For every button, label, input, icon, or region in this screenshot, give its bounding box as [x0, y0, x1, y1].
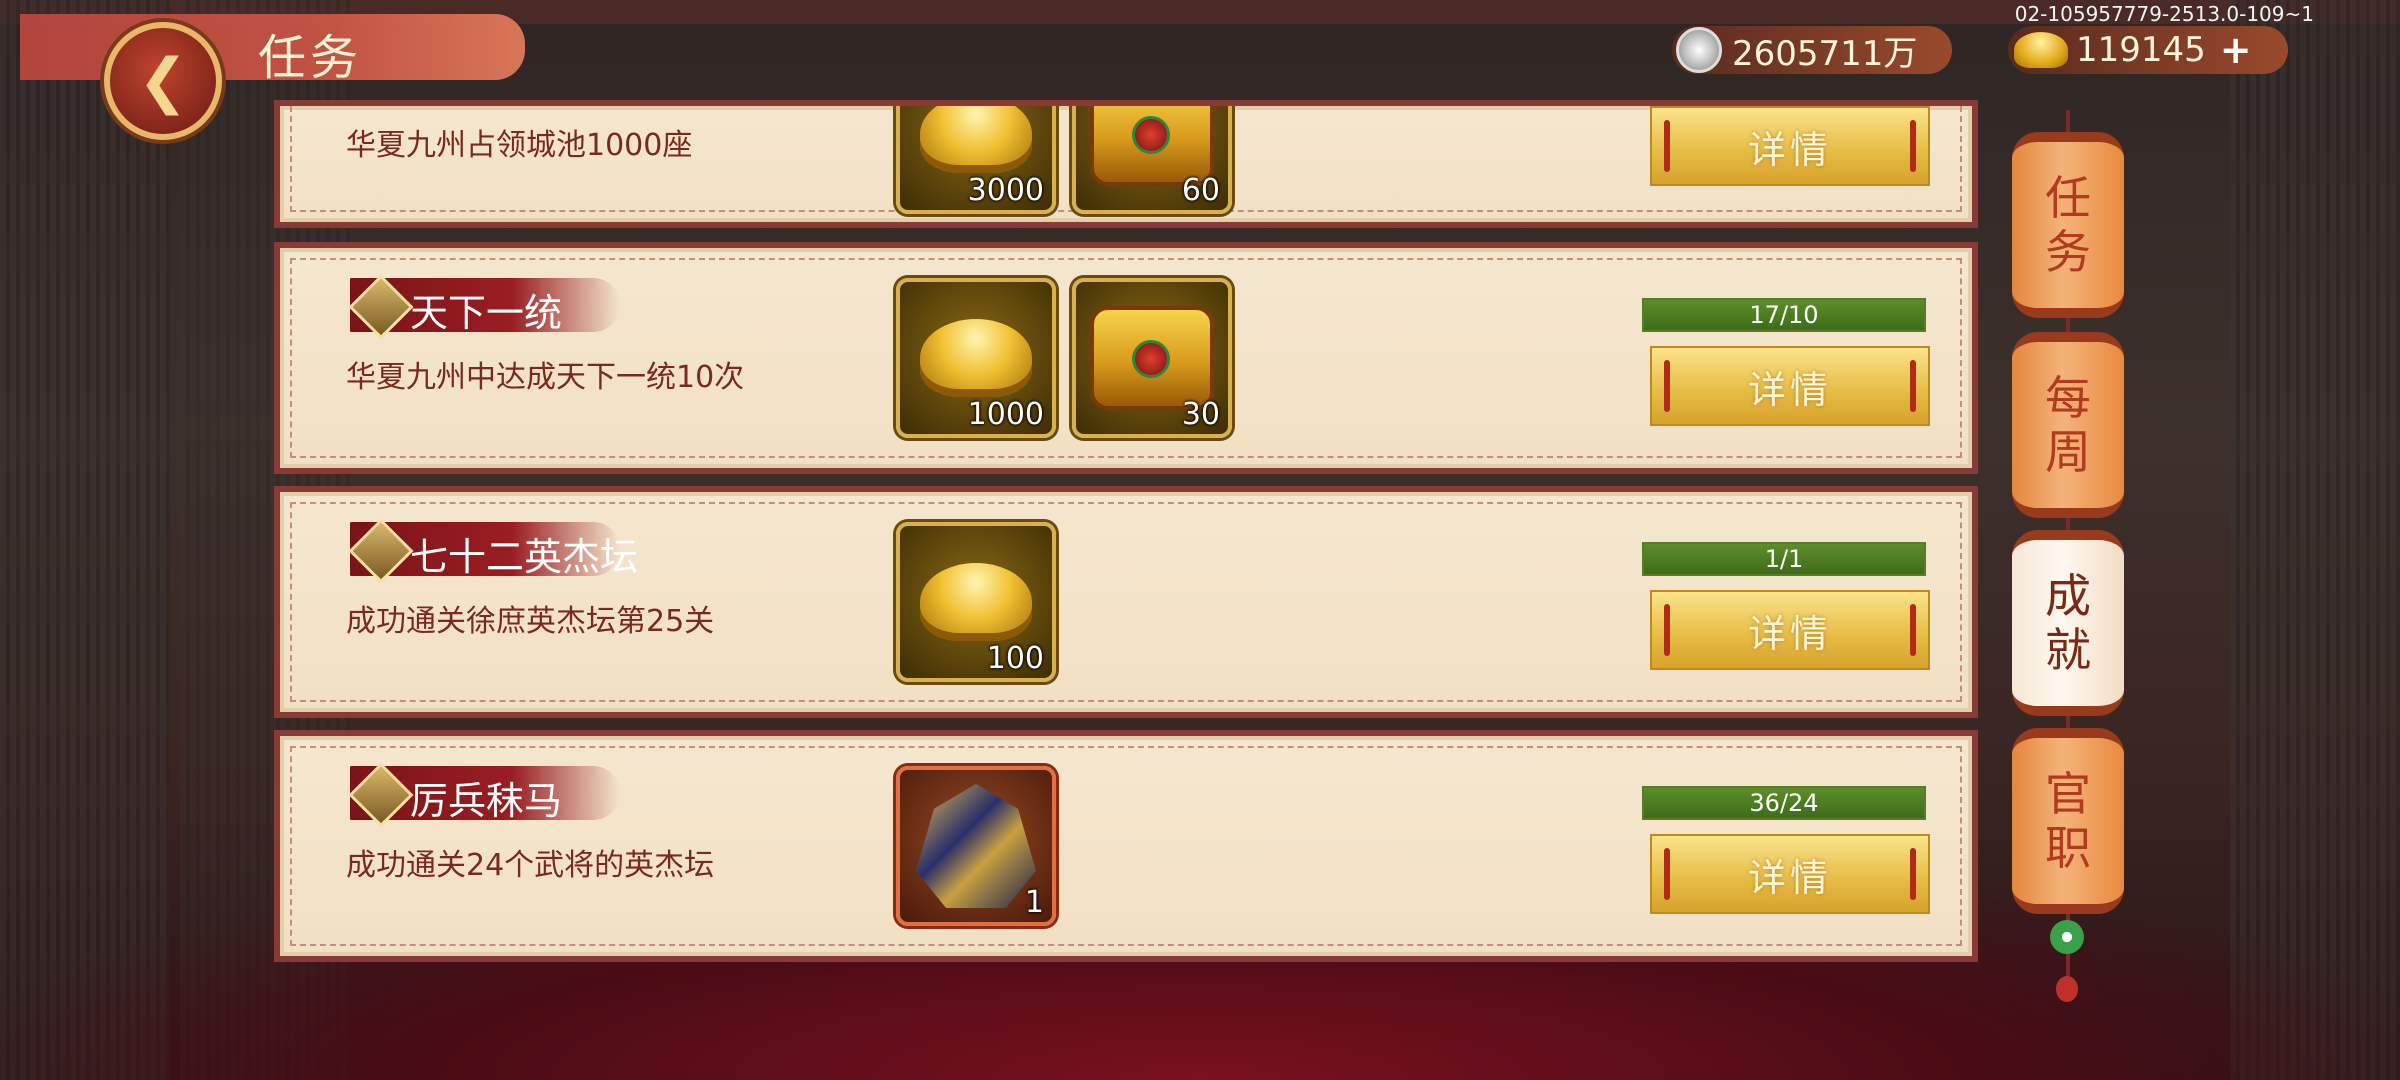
details-button[interactable]: 详情: [1650, 106, 1930, 186]
gold-ingot-icon: [2014, 32, 2068, 68]
back-button[interactable]: ❮: [104, 22, 222, 140]
details-button[interactable]: 详情: [1650, 346, 1930, 426]
gold-amount: 119145: [2076, 30, 2206, 70]
tab-weekly[interactable]: 每 周: [2012, 332, 2124, 518]
reward-gold-ingot[interactable]: 100: [896, 522, 1056, 682]
tab-official-rank[interactable]: 官 职: [2012, 728, 2124, 914]
reward-treasure-chest[interactable]: 30: [1072, 278, 1232, 438]
reward-armor-item[interactable]: 1: [896, 766, 1056, 926]
task-description: 成功通关24个武将的英杰坛: [346, 848, 715, 883]
build-id-text: 02-105957779-2513.0-109~1: [2014, 2, 2314, 26]
jade-charm-icon: [2050, 920, 2084, 954]
details-button[interactable]: 详情: [1650, 590, 1930, 670]
silver-amount: 2605711万: [1732, 33, 1918, 74]
page-title: 任务: [258, 30, 363, 86]
silver-currency: 2605711万: [1672, 26, 1952, 74]
treasure-chest-icon: [1090, 306, 1214, 410]
task-card: 厉兵秣马 成功通关24个武将的英杰坛 1 36/24 详情: [274, 730, 1978, 962]
silver-coin-icon: [1676, 27, 1722, 73]
reward-treasure-chest[interactable]: 60: [1072, 106, 1232, 214]
side-tab-bar: 任 务 每 周 成 就 官 职: [2008, 110, 2128, 1010]
gold-ingot-icon: [920, 106, 1032, 173]
task-card: 天下一统 华夏九州中达成天下一统10次 1000 30 17/10 详情: [274, 242, 1978, 474]
reward-gold-ingot[interactable]: 3000: [896, 106, 1056, 214]
add-gold-button[interactable]: +: [2220, 28, 2252, 72]
back-arrow-icon: ❮: [137, 46, 189, 116]
armor-icon: [916, 784, 1036, 908]
gold-currency: 119145 +: [2008, 26, 2288, 74]
task-name: 七十二英杰坛: [410, 535, 639, 579]
task-description: 成功通关徐庶英杰坛第25关: [346, 604, 715, 639]
task-description: 华夏九州占领城池1000座: [346, 128, 693, 163]
task-name: 天下一统: [410, 291, 563, 335]
reward-gold-ingot[interactable]: 1000: [896, 278, 1056, 438]
tab-tasks[interactable]: 任 务: [2012, 132, 2124, 318]
task-card: 七十二英杰坛 成功通关徐庶英杰坛第25关 100 1/1 详情: [274, 486, 1978, 718]
tassel-icon: [2056, 976, 2078, 1002]
progress-bar: 36/24: [1642, 786, 1926, 820]
progress-text: 1/1: [1764, 545, 1804, 573]
task-name: 厉兵秣马: [410, 779, 563, 823]
progress-text: 17/10: [1749, 301, 1819, 329]
progress-bar: 17/10: [1642, 298, 1926, 332]
gold-ingot-icon: [920, 563, 1032, 641]
task-card: 华夏九州占领城池1000座 3000 60 详情: [274, 100, 1978, 228]
gold-ingot-icon: [920, 319, 1032, 397]
details-button[interactable]: 详情: [1650, 834, 1930, 914]
progress-text: 36/24: [1749, 789, 1819, 817]
progress-bar: 1/1: [1642, 542, 1926, 576]
task-description: 华夏九州中达成天下一统10次: [346, 360, 745, 395]
tab-achievements[interactable]: 成 就: [2012, 530, 2124, 716]
